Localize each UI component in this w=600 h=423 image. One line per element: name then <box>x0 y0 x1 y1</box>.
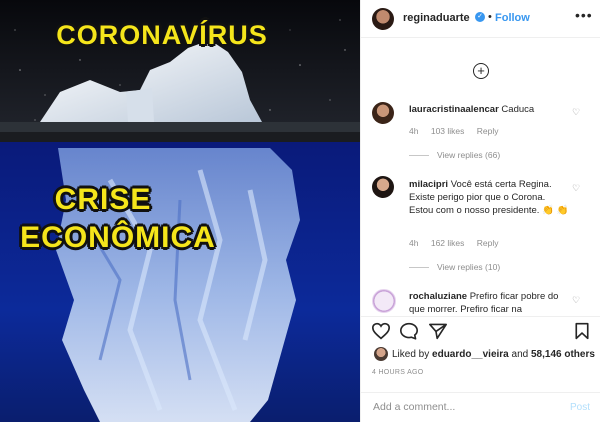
comments-list[interactable]: + lauracristinaalencar Caduca ♡ 4h 103 l… <box>361 38 600 316</box>
share-paper-plane-icon[interactable] <box>428 322 448 340</box>
liked-and: and <box>508 349 531 360</box>
meme-bottom-text-line1: CRISE <box>54 183 152 216</box>
load-more-comments-button[interactable]: + <box>473 63 489 79</box>
like-comment-heart-icon[interactable]: ♡ <box>572 183 580 194</box>
view-replies-button[interactable]: View replies (10) <box>409 262 500 272</box>
comment-likes[interactable]: 162 likes <box>431 238 465 248</box>
view-replies-button[interactable]: View replies (66) <box>409 150 500 160</box>
verified-badge-icon: ✓ <box>475 12 485 22</box>
liked-prefix: Liked by <box>392 349 433 360</box>
commenter-username[interactable]: milacipri <box>409 179 448 190</box>
likes-count[interactable]: 58,146 others <box>531 349 595 360</box>
save-bookmark-icon[interactable] <box>574 322 590 340</box>
follow-button[interactable]: Follow <box>495 12 530 24</box>
comment-body: milacipri Você está certa Regina. Existe… <box>409 178 569 217</box>
commenter-username[interactable]: lauracristinaalencar <box>409 104 499 115</box>
commenter-username[interactable]: rochaluziane <box>409 291 467 302</box>
like-comment-heart-icon[interactable]: ♡ <box>572 295 580 306</box>
post-side-panel: reginaduarte ✓ • Follow ••• + lauracrist… <box>360 0 600 422</box>
comment-likes[interactable]: 103 likes <box>431 126 465 136</box>
comment-time: 4h <box>409 238 419 248</box>
like-comment-heart-icon[interactable]: ♡ <box>572 107 580 118</box>
commenter-avatar[interactable] <box>372 176 394 198</box>
comment-body: rochaluziane Prefiro ficar pobre do que … <box>409 290 569 316</box>
post-timestamp[interactable]: 4 HOURS AGO <box>372 369 424 376</box>
comment-meta: 4h 103 likes Reply <box>409 126 509 136</box>
liked-by-avatar[interactable] <box>374 347 388 361</box>
comment-text: Caduca <box>501 104 535 115</box>
instagram-post: CORONAVÍRUS CRISE ECONÔMICA reginaduarte… <box>0 0 600 422</box>
post-actions: Liked by eduardo__vieira and 58,146 othe… <box>361 316 600 422</box>
post-comment-button[interactable]: Post <box>570 402 590 413</box>
comment-body: lauracristinaalencar Caduca <box>409 103 579 116</box>
author-username[interactable]: reginaduarte <box>403 12 470 24</box>
add-comment-input[interactable] <box>371 400 555 414</box>
meme-top-text: CORONAVÍRUS <box>56 20 268 50</box>
comment-meta: 4h 162 likes Reply <box>409 238 509 248</box>
header-separator: • <box>488 11 492 23</box>
post-image[interactable]: CORONAVÍRUS CRISE ECONÔMICA <box>0 0 360 422</box>
comment-time: 4h <box>409 126 419 136</box>
reply-button[interactable]: Reply <box>477 126 499 136</box>
post-header: reginaduarte ✓ • Follow ••• <box>361 0 600 38</box>
commenter-avatar[interactable] <box>372 289 396 313</box>
reply-button[interactable]: Reply <box>477 238 499 248</box>
commenter-avatar[interactable] <box>372 102 394 124</box>
liked-by-text: Liked by eduardo__vieira and 58,146 othe… <box>392 349 595 360</box>
like-heart-icon[interactable] <box>371 322 391 340</box>
comment-bubble-icon[interactable] <box>399 322 419 340</box>
author-avatar[interactable] <box>372 8 394 30</box>
more-options-icon[interactable]: ••• <box>575 7 593 23</box>
add-comment-row: Post <box>361 392 600 423</box>
liked-by-username[interactable]: eduardo__vieira <box>432 349 509 360</box>
meme-bottom-text-line2: ECONÔMICA <box>20 221 216 254</box>
